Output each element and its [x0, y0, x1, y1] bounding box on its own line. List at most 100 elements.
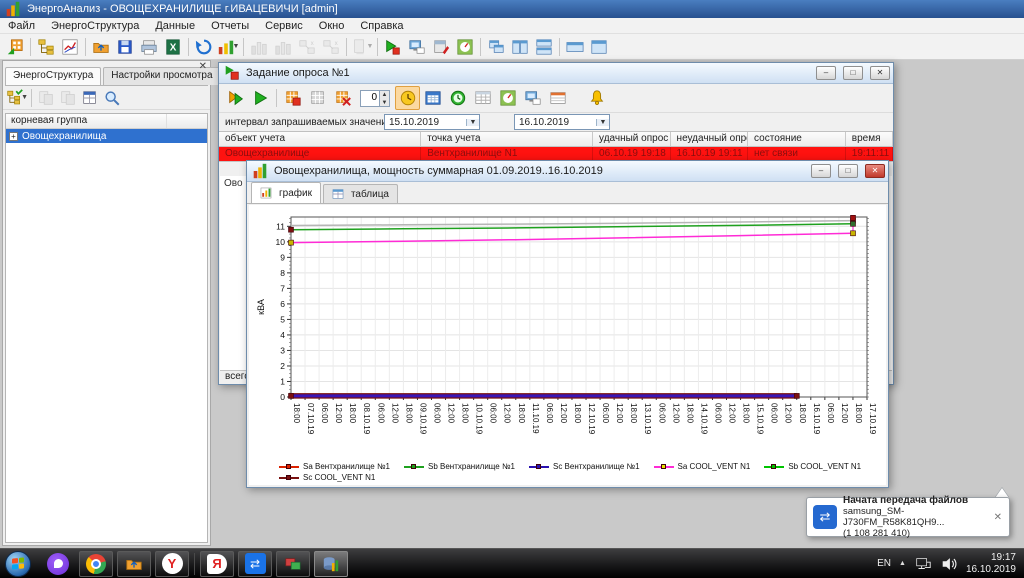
- poll-calblue-icon[interactable]: [420, 86, 445, 110]
- maximize-button[interactable]: □: [843, 66, 863, 80]
- toolbar-calcpen-icon[interactable]: [429, 36, 453, 58]
- taskbar-item-yandex[interactable]: Я: [200, 551, 234, 577]
- poll-gauge-icon[interactable]: [495, 86, 520, 110]
- speaker-icon[interactable]: [940, 555, 958, 573]
- toolbar-separator: [31, 89, 32, 107]
- start-button[interactable]: [5, 551, 31, 577]
- toolbar-folder-icon[interactable]: [89, 36, 113, 58]
- menu-item-6[interactable]: Справка: [352, 20, 411, 32]
- interval-label: интервал запрашиваемых значений: [225, 117, 392, 128]
- svg-text:1: 1: [280, 376, 285, 386]
- tree-item-selected[interactable]: + Овощехранилища: [6, 129, 207, 143]
- poll-gridstop-icon[interactable]: [280, 86, 305, 110]
- toolbar-chartline-icon[interactable]: [58, 36, 82, 58]
- menu-item-5[interactable]: Окно: [311, 20, 353, 32]
- notification-close-icon[interactable]: ✕: [992, 512, 1004, 523]
- panel-magnifier-icon[interactable]: [101, 88, 123, 108]
- poll-moncards-icon[interactable]: [520, 86, 545, 110]
- menu-item-0[interactable]: Файл: [0, 20, 43, 32]
- poll-bell-icon[interactable]: [584, 86, 609, 110]
- toolbar-winwide-icon[interactable]: [563, 36, 587, 58]
- taskbar-item-remote[interactable]: [276, 551, 310, 577]
- poll-play-icon[interactable]: [248, 86, 273, 110]
- retry-spinner[interactable]: 0▲▼: [360, 90, 390, 107]
- system-tray: EN ▲ 19:17 16.10.2019: [877, 552, 1024, 576]
- taskbar-item-yandex-browser[interactable]: Y: [155, 551, 189, 577]
- minimize-button[interactable]: –: [811, 164, 831, 178]
- toolbar-separator: [188, 38, 189, 56]
- poll-tablegray-icon[interactable]: [470, 86, 495, 110]
- svg-text:x: x: [335, 40, 339, 47]
- taskbar-clock[interactable]: 19:17 16.10.2019: [966, 552, 1016, 576]
- svg-text:18:00: 18:00: [517, 403, 526, 424]
- poll-play2-icon[interactable]: [223, 86, 248, 110]
- toolbar-moncards-icon[interactable]: [405, 36, 429, 58]
- taskbar-item-alice[interactable]: [41, 551, 75, 577]
- panel-gridblue-icon[interactable]: [79, 88, 101, 108]
- poll-clockgreen-icon[interactable]: [445, 86, 470, 110]
- spinner-arrows-icon[interactable]: ▲▼: [379, 91, 389, 106]
- taskbar-item-teamviewer[interactable]: ⇄: [238, 551, 272, 577]
- taskbar-item-chrome[interactable]: [79, 551, 113, 577]
- toolbar-tilev-icon[interactable]: [508, 36, 532, 58]
- expand-plus-icon[interactable]: +: [9, 132, 18, 141]
- svg-text:12:00: 12:00: [390, 403, 399, 424]
- poll-gridgray-icon[interactable]: [305, 86, 330, 110]
- legend-item-5: Sc COOL_VENT N1: [279, 473, 375, 482]
- svg-text:8: 8: [280, 268, 285, 278]
- toolbar-separator: [243, 38, 244, 56]
- legend-swatch: [654, 466, 674, 468]
- toolbar-playstop-icon[interactable]: [381, 36, 405, 58]
- toolbar-connect-icon[interactable]: [3, 36, 27, 58]
- date-from-select[interactable]: 15.10.2019 ▼: [384, 114, 480, 130]
- tab-график[interactable]: график: [251, 182, 321, 203]
- svg-text:18:00: 18:00: [573, 403, 582, 424]
- minimize-button[interactable]: –: [816, 66, 836, 80]
- toolbar-winbig-icon[interactable]: [587, 36, 611, 58]
- poll-window-titlebar[interactable]: Задание опроса №1 – □ ✕: [219, 63, 893, 84]
- date-to-select[interactable]: 16.10.2019 ▼: [514, 114, 610, 130]
- hidden-icons-arrow[interactable]: ▲: [899, 560, 906, 567]
- toolbar-printer-icon[interactable]: [137, 36, 161, 58]
- panel-tab-0[interactable]: ЭнергоСтруктура: [5, 67, 101, 85]
- toolbar-save-icon[interactable]: [113, 36, 137, 58]
- poll-gridx-icon[interactable]: [330, 86, 355, 110]
- panel-treecheck-icon[interactable]: ▼: [6, 88, 28, 108]
- tab-label: таблица: [351, 189, 389, 200]
- taskbar-item-explorer[interactable]: [117, 551, 151, 577]
- maximize-button[interactable]: □: [838, 164, 858, 178]
- tab-таблица[interactable]: таблица: [323, 184, 398, 203]
- poll-clockyellow-icon[interactable]: [395, 86, 420, 110]
- chevron-down-icon[interactable]: ▼: [466, 119, 479, 126]
- toolbar-excel-icon[interactable]: X: [161, 36, 185, 58]
- poll-cardtbl-icon[interactable]: [545, 86, 570, 110]
- menu-item-3[interactable]: Отчеты: [203, 20, 257, 32]
- toolbar-tree-icon[interactable]: [34, 36, 58, 58]
- svg-text:17.10.19: 17.10.19: [868, 403, 877, 435]
- notification-balloon[interactable]: ⇄ Начата передача файлов samsung_SM-J730…: [806, 497, 1010, 537]
- menu-item-4[interactable]: Сервис: [257, 20, 311, 32]
- svg-text:08.10.19: 08.10.19: [362, 403, 371, 435]
- network-icon[interactable]: [914, 555, 932, 573]
- main-titlebar: ЭнергоАнализ - ОВОЩЕХРАНИЛИЩЕ г.ИВАЦЕВИЧ…: [0, 0, 1024, 18]
- menu-item-1[interactable]: ЭнергоСтруктура: [43, 20, 147, 32]
- panel-close-icon[interactable]: ✕: [199, 61, 207, 72]
- windows-flag-icon: [12, 557, 24, 569]
- svg-text:12:00: 12:00: [615, 403, 624, 424]
- svg-text:18:00: 18:00: [404, 403, 413, 424]
- toolbar-gauge-icon[interactable]: [453, 36, 477, 58]
- toolbar-cascade-icon[interactable]: [484, 36, 508, 58]
- toolbar-refresh-icon[interactable]: [192, 36, 216, 58]
- menu-item-2[interactable]: Данные: [147, 20, 203, 32]
- svg-text:06:00: 06:00: [376, 403, 385, 424]
- legend-label: Sa COOL_VENT N1: [678, 462, 751, 471]
- chart-window-titlebar[interactable]: Овощехранилища, мощность суммарная 01.09…: [247, 161, 888, 182]
- chevron-down-icon[interactable]: ▼: [596, 119, 609, 126]
- close-button[interactable]: ✕: [870, 66, 890, 80]
- toolbar-chartmenu-icon[interactable]: ▼: [216, 36, 240, 58]
- close-button[interactable]: ✕: [865, 164, 885, 178]
- taskbar-item-energoanaliz[interactable]: [314, 551, 348, 577]
- language-indicator[interactable]: EN: [877, 558, 891, 569]
- toolbar-tileh-icon[interactable]: [532, 36, 556, 58]
- chart-tabbar: график таблица: [247, 182, 888, 204]
